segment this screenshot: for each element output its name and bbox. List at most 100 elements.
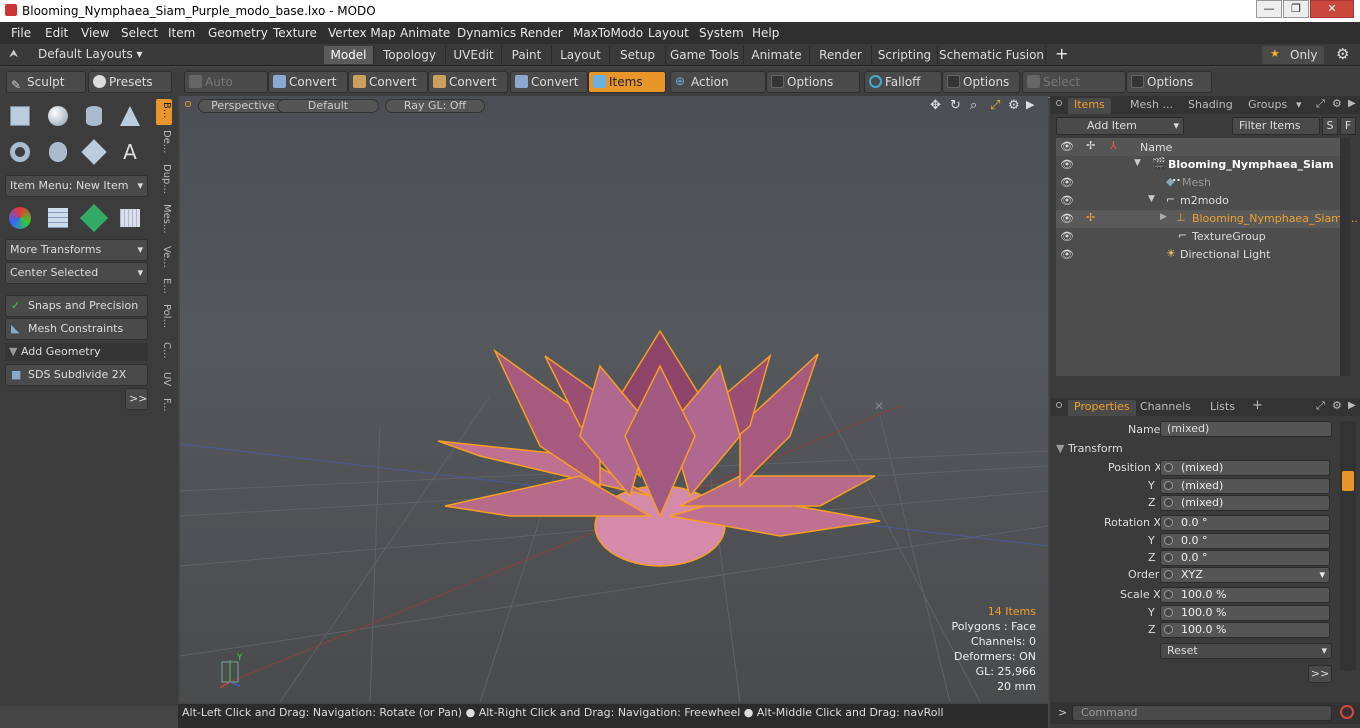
- text-icon[interactable]: A: [114, 136, 146, 168]
- select-through-button[interactable]: Select Through: [1022, 71, 1126, 109]
- vtab-mesh[interactable]: Mes...: [156, 204, 172, 234]
- cylinder-icon[interactable]: [78, 100, 110, 132]
- tree-row-selected-mesh[interactable]: 👁 ✢ ▶ ⊥ Blooming_Nymphaea_Siam_...: [1056, 210, 1358, 228]
- scale-z-field[interactable]: 100.0 %: [1160, 622, 1330, 638]
- tabs-dropdown-icon[interactable]: ▾: [1296, 98, 1302, 111]
- close-button[interactable]: ✕: [1310, 0, 1354, 18]
- sculpt-button[interactable]: ✎ Sculpt: [6, 71, 86, 93]
- tab-game-tools[interactable]: Game Tools: [666, 46, 744, 64]
- add-geometry-section[interactable]: ▼ Add Geometry: [5, 343, 148, 361]
- vtab-uv[interactable]: UV: [156, 372, 172, 386]
- tab-scripting[interactable]: Scripting: [872, 46, 938, 64]
- tab-mesh[interactable]: Mesh ...: [1130, 98, 1173, 114]
- order-dropdown[interactable]: XYZ ▾: [1160, 567, 1330, 583]
- tree-row-directional-light[interactable]: 👁 ☀ Directional Light: [1056, 246, 1341, 264]
- menu-dynamics[interactable]: Dynamics: [457, 26, 516, 40]
- only-toggle[interactable]: ★ Only: [1262, 46, 1324, 64]
- eye-icon[interactable]: 👁: [1060, 230, 1074, 243]
- keyframe-dot-icon[interactable]: [1164, 553, 1173, 562]
- maximize-button[interactable]: ❐: [1283, 0, 1309, 18]
- add-item-dropdown[interactable]: Add Item ▾: [1056, 117, 1184, 135]
- menu-select[interactable]: Select: [121, 26, 158, 40]
- panel-expand-icon[interactable]: ⤢: [1316, 399, 1325, 413]
- sds-subdivide-button[interactable]: ■ SDS Subdivide 2X: [5, 364, 148, 386]
- filter-items-field[interactable]: Filter Items: [1232, 117, 1320, 135]
- tab-topology[interactable]: Topology: [374, 46, 446, 64]
- rotation-z-field[interactable]: 0.0 °: [1160, 550, 1330, 566]
- eye-icon[interactable]: 👁: [1060, 194, 1074, 207]
- tab-items[interactable]: Items: [1068, 98, 1111, 114]
- capsule-icon[interactable]: [42, 136, 74, 168]
- gear-icon[interactable]: ⚙: [1336, 45, 1349, 63]
- keyframe-dot-icon[interactable]: [1164, 625, 1173, 634]
- menu-item[interactable]: Item: [168, 26, 195, 40]
- shading-default-dropdown[interactable]: Default: [277, 99, 379, 113]
- position-y-field[interactable]: (mixed): [1160, 478, 1330, 494]
- tab-properties[interactable]: Properties: [1068, 400, 1136, 416]
- keyframe-dot-icon[interactable]: [1164, 536, 1173, 545]
- tree-scrollbar[interactable]: [1340, 138, 1350, 376]
- tab-channels[interactable]: Channels: [1140, 400, 1191, 416]
- options-button-2[interactable]: Options: [942, 71, 1020, 93]
- snaps-precision-button[interactable]: ✓ Snaps and Precision: [5, 295, 148, 317]
- tab-lists[interactable]: Lists: [1210, 400, 1235, 416]
- fit-view-icon[interactable]: ⤢: [990, 98, 1000, 113]
- menu-edit[interactable]: Edit: [45, 26, 68, 40]
- transform-section-header[interactable]: ▼ Transform: [1056, 441, 1334, 457]
- tab-schematic-fusion[interactable]: Schematic Fusion: [938, 46, 1046, 64]
- collapse-arrow-icon[interactable]: ▼: [1134, 158, 1141, 168]
- rotation-x-field[interactable]: 0.0 °: [1160, 515, 1330, 531]
- vtab-fusion[interactable]: F...: [156, 398, 172, 412]
- vtab-curve[interactable]: C...: [156, 342, 172, 359]
- plane-icon[interactable]: [114, 202, 146, 234]
- panel-arrow-icon[interactable]: ▶: [1348, 98, 1356, 109]
- keyframe-dot-icon[interactable]: [1164, 463, 1173, 472]
- add-tab-button[interactable]: +: [1252, 398, 1263, 413]
- tree-row-mesh[interactable]: 👁 ◆ Mesh: [1056, 174, 1341, 192]
- presets-button[interactable]: Presets F6: [88, 71, 172, 109]
- tree-row-scene[interactable]: 👁 ▼ 🎬 Blooming_Nymphaea_Siam ...: [1056, 156, 1341, 184]
- expand-toolbox-button[interactable]: >>: [125, 388, 148, 410]
- menu-help[interactable]: Help: [752, 26, 779, 40]
- menu-maxtomodo[interactable]: MaxToModo: [573, 26, 643, 40]
- collapse-arrow-icon[interactable]: ▼: [1148, 194, 1155, 204]
- panel-menu-icon[interactable]: [1056, 402, 1062, 408]
- center-selected-dropdown[interactable]: Center Selected ▾: [5, 262, 148, 284]
- tab-setup[interactable]: Setup: [610, 46, 666, 64]
- properties-more-button[interactable]: >>: [1308, 665, 1332, 683]
- vtab-basic[interactable]: B...: [156, 102, 172, 118]
- convert-button-2[interactable]: Convert: [348, 71, 428, 93]
- eye-icon[interactable]: 👁: [1060, 248, 1074, 261]
- position-z-field[interactable]: (mixed): [1160, 495, 1330, 511]
- filter-f-button[interactable]: F: [1340, 117, 1356, 135]
- torus-icon[interactable]: [4, 136, 36, 168]
- uv-cube-icon[interactable]: [78, 202, 110, 234]
- eye-icon[interactable]: 👁: [1060, 212, 1074, 225]
- menu-geometry[interactable]: Geometry: [208, 26, 268, 40]
- tab-layout[interactable]: Layout: [552, 46, 610, 64]
- ray-gl-toggle[interactable]: Ray GL: Off: [385, 99, 485, 113]
- scale-y-field[interactable]: 100.0 %: [1160, 605, 1330, 621]
- vtab-vertex[interactable]: Ve...: [156, 246, 172, 268]
- panel-expand-icon[interactable]: ⤢: [1316, 97, 1325, 111]
- name-field[interactable]: (mixed): [1160, 421, 1332, 437]
- eye-icon[interactable]: 👁: [1060, 176, 1074, 189]
- default-layouts-dropdown[interactable]: Default Layouts ▾: [38, 47, 143, 61]
- cone-icon[interactable]: [114, 100, 146, 132]
- rotate-view-icon[interactable]: ↻: [950, 98, 961, 113]
- tab-paint[interactable]: Paint: [502, 46, 552, 64]
- menu-render[interactable]: Render: [520, 26, 563, 40]
- keyframe-dot-icon[interactable]: [1164, 570, 1173, 579]
- panel-settings-gear-icon[interactable]: ⚙: [1332, 97, 1342, 110]
- expand-arrow-icon[interactable]: ▶: [1160, 212, 1167, 222]
- viewport-expand-arrow-icon[interactable]: ▶: [1026, 98, 1034, 111]
- viewport-menu-icon[interactable]: [185, 101, 191, 107]
- scale-x-field[interactable]: 100.0 %: [1160, 587, 1330, 603]
- command-input[interactable]: Command: [1072, 705, 1332, 721]
- vtab-polygon[interactable]: Pol...: [156, 304, 172, 328]
- side-tab-active[interactable]: [1342, 471, 1354, 491]
- panel-settings-gear-icon[interactable]: ⚙: [1332, 399, 1342, 412]
- options-button-1[interactable]: Options: [766, 71, 860, 93]
- pen-icon[interactable]: [78, 136, 110, 168]
- menu-texture[interactable]: Texture: [273, 26, 317, 40]
